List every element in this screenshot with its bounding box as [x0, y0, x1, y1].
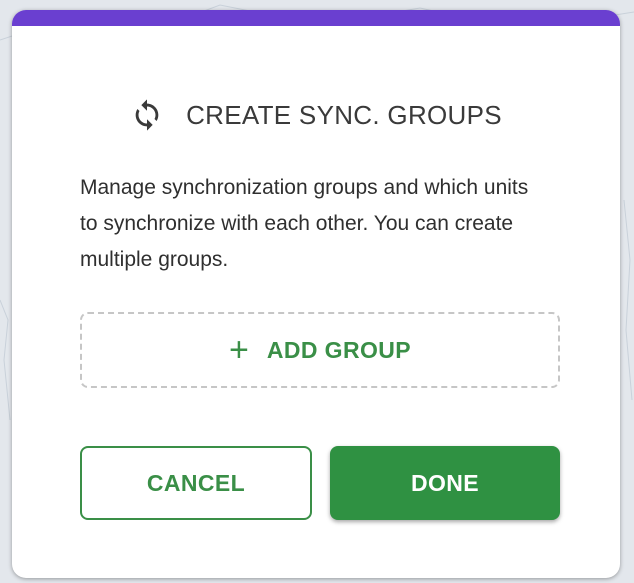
done-button[interactable]: DONE [330, 446, 560, 520]
sync-icon [130, 98, 164, 132]
dialog-header: CREATE SYNC. GROUPS [12, 98, 620, 132]
create-sync-groups-dialog: CREATE SYNC. GROUPS Manage synchronizati… [12, 10, 620, 578]
dialog-title: CREATE SYNC. GROUPS [186, 99, 502, 130]
dialog-accent-bar [12, 10, 620, 26]
add-group-button[interactable]: + ADD GROUP [80, 312, 560, 388]
cancel-button[interactable]: CANCEL [80, 446, 312, 520]
add-group-label: ADD GROUP [266, 336, 412, 363]
plus-icon: + [228, 331, 249, 369]
dialog-description: Manage synchronization groups and which … [80, 176, 529, 271]
